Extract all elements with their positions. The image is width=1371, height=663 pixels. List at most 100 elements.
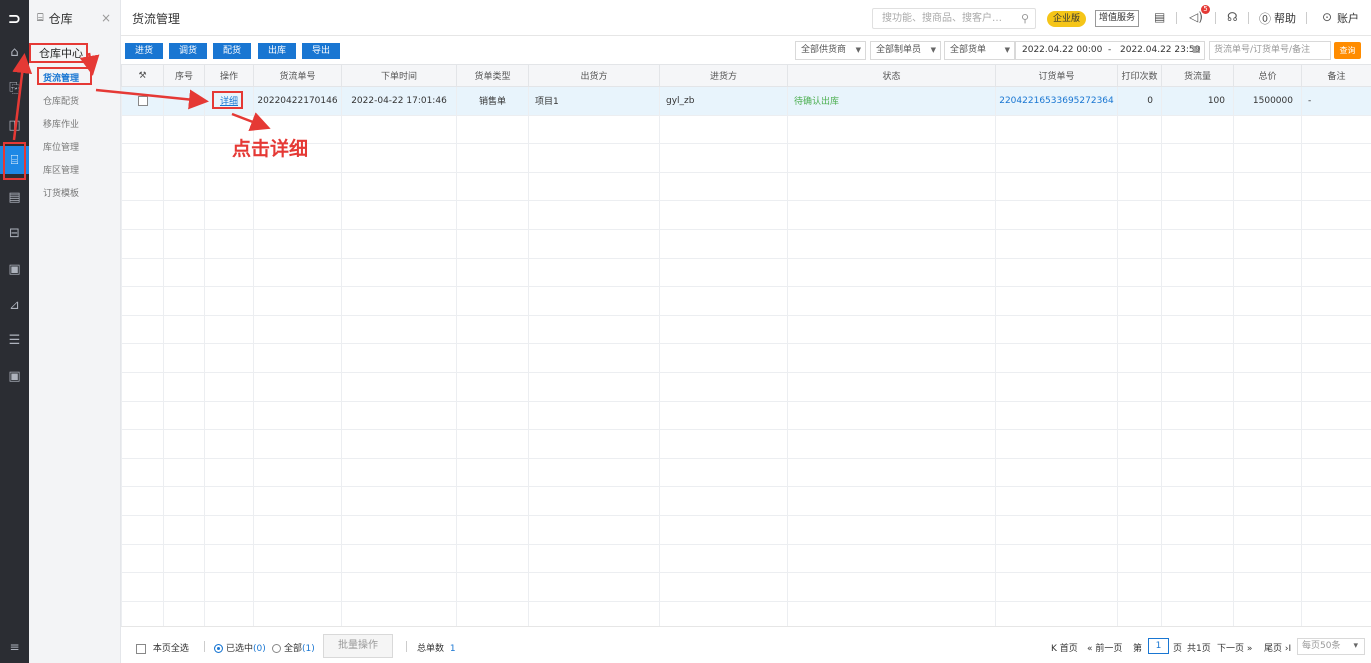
empty-cell — [1117, 343, 1162, 373]
dispatch-button[interactable]: 配货 — [213, 43, 251, 59]
batch-operation-button[interactable]: 批量操作 — [323, 634, 393, 658]
empty-cell — [456, 314, 529, 345]
table-header-row: ⚒ 序号 操作 货流单号 下单时间 货单类型 出货方 进货方 状态 订货单号 打… — [121, 64, 1371, 87]
empty-cell — [995, 600, 1118, 626]
flow-search-input[interactable]: 货流单号/订货单号/备注 — [1209, 41, 1331, 60]
sidebar-item-dispatch[interactable]: 仓库配货 — [29, 90, 121, 110]
app-logo[interactable]: ⊃ — [0, 0, 29, 36]
card-icon[interactable]: ▣ — [0, 255, 29, 283]
table-row-empty — [121, 572, 1371, 602]
page-total: 共1页 — [1187, 644, 1211, 654]
prev-page-button[interactable]: « 前一页 — [1087, 641, 1122, 654]
date-range-picker[interactable]: 2022.04.22 00:00 - 2022.04.22 23:59 ▦ — [1015, 41, 1205, 60]
all-radio-control[interactable]: 全部(1) — [272, 641, 315, 654]
empty-cell — [1117, 486, 1162, 516]
empty-cell — [1161, 143, 1234, 173]
col-index: 序号 — [163, 64, 205, 87]
empty-cell — [1233, 600, 1302, 626]
stock-out-button[interactable]: 出库 — [258, 43, 296, 59]
page-number-input[interactable]: 1 — [1148, 638, 1169, 654]
empty-cell — [1301, 314, 1371, 345]
export-button[interactable]: 导出 — [302, 43, 340, 59]
account-icon[interactable]: ⊙ — [1322, 10, 1332, 24]
close-icon[interactable]: × — [101, 11, 111, 25]
empty-cell — [787, 314, 996, 345]
help-link[interactable]: 帮助 — [1274, 10, 1296, 26]
menu-icon[interactable]: ≡ — [0, 637, 29, 657]
all-radio[interactable] — [272, 644, 281, 653]
selected-radio-control[interactable]: 已选中(0) — [214, 641, 266, 654]
report-icon[interactable]: ▤ — [0, 183, 29, 211]
sidebar-item-location[interactable]: 库位管理 — [29, 136, 121, 156]
account-link[interactable]: 账户 — [1337, 10, 1359, 26]
global-search-input[interactable]: 搜功能、搜商品、搜客户… ⚲ — [872, 8, 1036, 29]
supplier-select[interactable]: 全部供货商 ▼ — [795, 41, 866, 60]
empty-cell — [659, 343, 788, 373]
empty-cell — [1301, 371, 1371, 402]
empty-cell — [1117, 228, 1162, 259]
settings-icon[interactable]: ☰ — [0, 326, 29, 354]
select-page-checkbox[interactable] — [136, 643, 146, 654]
headset-icon[interactable]: ☊ — [1227, 10, 1238, 24]
empty-cell — [341, 457, 457, 488]
selected-radio[interactable] — [214, 644, 223, 653]
next-page-button[interactable]: 下一页 » — [1217, 641, 1252, 654]
empty-cell — [341, 600, 457, 626]
home-icon[interactable]: ⌂ — [0, 38, 29, 66]
order-no-link[interactable]: 22042216533695272364 — [999, 96, 1114, 106]
table-row[interactable]: 详细 20220422170146 2022-04-22 17:01:46 销售… — [121, 86, 1371, 116]
order-type-select[interactable]: 全部货单 ▼ — [944, 41, 1015, 60]
empty-cell — [528, 486, 660, 516]
query-button[interactable]: 查询 — [1334, 42, 1361, 59]
apps-icon[interactable]: ▣ — [0, 362, 29, 390]
creator-select[interactable]: 全部制单员 ▼ — [870, 41, 941, 60]
warehouse-icon[interactable]: ⌸ — [0, 146, 29, 174]
empty-cell — [1117, 257, 1162, 288]
row-index — [163, 86, 205, 116]
clipboard-icon[interactable]: ▤ — [1154, 10, 1165, 24]
edition-badge[interactable]: 企业版 — [1047, 11, 1087, 27]
empty-cell — [528, 143, 660, 173]
sidebar-item-move[interactable]: 移库作业 — [29, 113, 121, 133]
search-icon[interactable]: ⚲ — [1021, 9, 1029, 28]
empty-cell — [528, 514, 660, 545]
detail-link[interactable]: 详细 — [220, 97, 238, 107]
sidebar-item-template[interactable]: 订货模板 — [29, 182, 121, 202]
row-checkbox[interactable] — [137, 95, 148, 106]
empty-cell — [163, 171, 205, 202]
sidebar-item-flow[interactable]: 货流管理 — [29, 67, 121, 87]
finance-icon[interactable]: ⊟ — [0, 219, 29, 247]
empty-cell — [204, 200, 254, 230]
empty-cell — [253, 600, 342, 626]
money-icon[interactable]: ◫ — [0, 111, 29, 139]
column-settings-icon[interactable]: ⚒ — [121, 64, 164, 87]
sidebar-group-warehouse-center[interactable]: 仓库中心 — [29, 45, 121, 61]
sidebar-item-zone[interactable]: 库区管理 — [29, 159, 121, 179]
goods-icon[interactable]: ⎘ — [0, 74, 29, 102]
empty-cell — [787, 257, 996, 288]
empty-cell — [253, 314, 342, 345]
table-row-empty — [121, 257, 1371, 288]
col-order-type: 货单类型 — [456, 64, 529, 87]
vip-service-button[interactable]: 增值服务 — [1095, 10, 1140, 27]
help-icon[interactable]: ⓪ — [1259, 10, 1271, 27]
empty-cell — [659, 371, 788, 402]
empty-cell — [1117, 572, 1162, 602]
empty-cell — [1117, 114, 1162, 145]
transfer-button[interactable]: 调货 — [169, 43, 207, 59]
select-page-control[interactable]: 本页全选 — [136, 641, 189, 654]
last-page-button[interactable]: 尾页 ›I — [1264, 641, 1291, 654]
empty-cell — [1233, 114, 1302, 145]
table-row-empty — [121, 600, 1371, 626]
calendar-icon[interactable]: ▦ — [1192, 42, 1201, 59]
empty-cell — [1301, 343, 1371, 373]
empty-cell — [1233, 572, 1302, 602]
page-size-select[interactable]: 每页50条 ▾ — [1297, 638, 1365, 655]
stock-in-button[interactable]: 进货 — [125, 43, 163, 59]
chart-icon[interactable]: ⊿ — [0, 291, 29, 319]
empty-cell — [995, 371, 1118, 402]
empty-cell — [341, 514, 457, 545]
first-page-button[interactable]: K 首页 — [1051, 641, 1078, 654]
empty-cell — [121, 200, 164, 230]
empty-cell — [253, 429, 342, 459]
